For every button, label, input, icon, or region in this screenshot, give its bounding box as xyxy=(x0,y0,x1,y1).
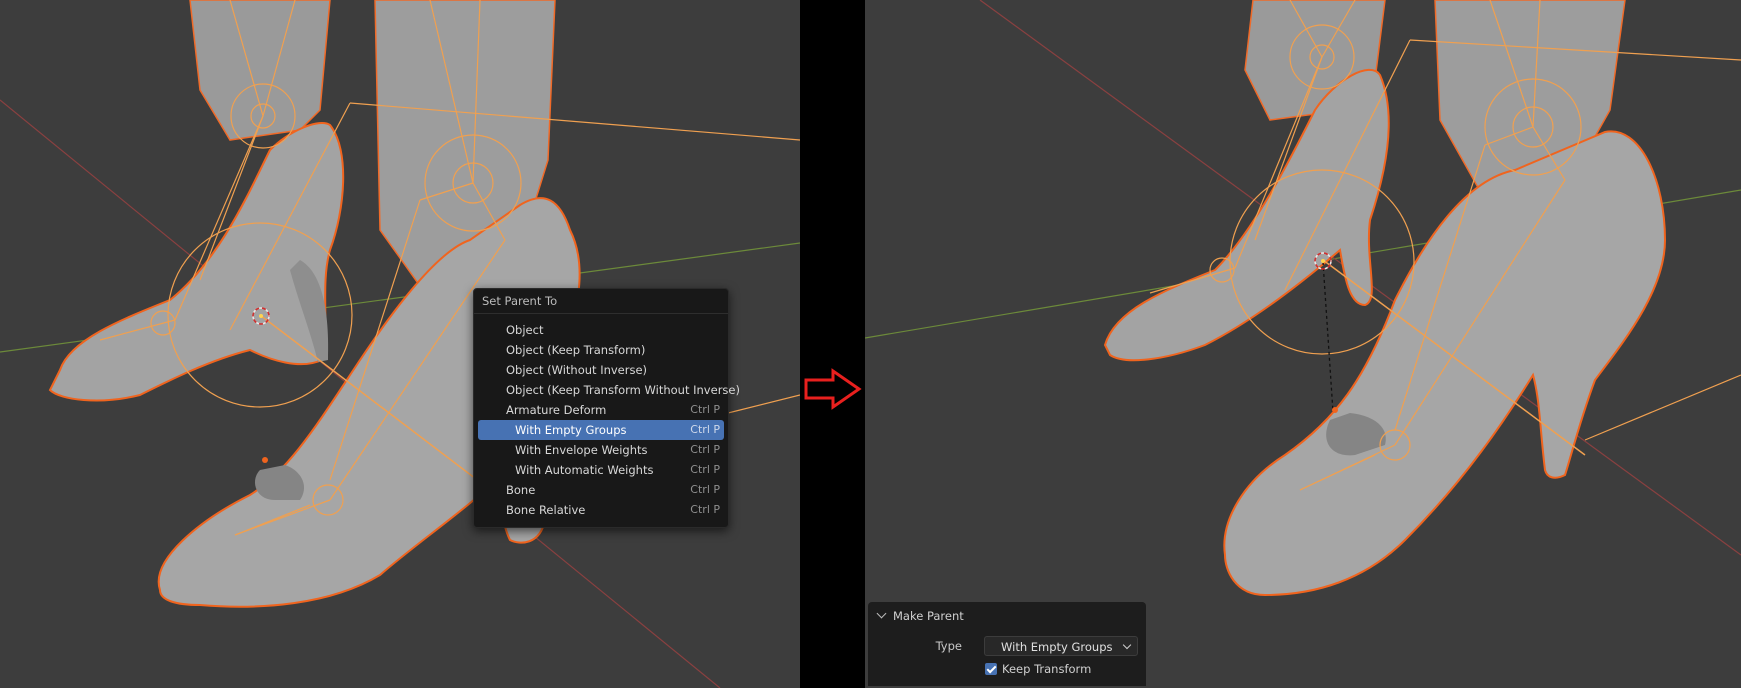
menu-item-label: Armature Deform xyxy=(506,403,607,417)
menu-item-object[interactable]: Object xyxy=(478,320,724,340)
menu-item-object-keep-transform-without-inverse[interactable]: Object (Keep Transform Without Inverse) xyxy=(478,380,740,400)
checkbox-checked-icon[interactable] xyxy=(985,663,997,675)
chevron-down-icon[interactable] xyxy=(876,608,887,619)
panel-title: Make Parent xyxy=(893,609,964,623)
menu-item-armature-deform[interactable]: Armature Deform Ctrl P xyxy=(478,400,724,420)
menu-item-bone[interactable]: Bone Ctrl P xyxy=(478,480,724,500)
menu-item-shortcut: Ctrl P xyxy=(690,443,720,456)
menu-item-with-empty-groups[interactable]: With Empty Groups Ctrl P xyxy=(478,420,724,440)
menu-item-bone-relative[interactable]: Bone Relative Ctrl P xyxy=(478,500,724,520)
menu-item-label: Object (Without Inverse) xyxy=(506,363,648,377)
menu-title: Set Parent To xyxy=(474,289,728,314)
arrow-right-icon xyxy=(804,368,862,410)
menu-item-shortcut: Ctrl P xyxy=(690,463,720,476)
menu-item-label: Bone xyxy=(506,483,536,497)
type-row: Type With Empty Groups xyxy=(868,636,1146,656)
menu-item-label: Object xyxy=(506,323,544,337)
image-divider xyxy=(800,0,865,688)
menu-item-label: Object (Keep Transform Without Inverse) xyxy=(506,383,740,397)
menu-item-shortcut: Ctrl P xyxy=(690,403,720,416)
set-parent-context-menu: Set Parent To Object Object (Keep Transf… xyxy=(473,288,740,528)
panel-header[interactable]: Make Parent xyxy=(876,608,964,624)
menu-item-shortcut: Ctrl P xyxy=(690,503,720,516)
menu-item-shortcut: Ctrl P xyxy=(690,483,720,496)
type-label: Type xyxy=(935,639,962,653)
type-dropdown[interactable]: With Empty Groups xyxy=(984,636,1138,656)
viewport-right-scene xyxy=(865,0,1741,597)
type-dropdown-value: With Empty Groups xyxy=(1001,640,1113,654)
keep-transform-row[interactable]: Keep Transform xyxy=(985,660,1091,678)
chevron-down-icon xyxy=(1122,640,1132,650)
menu-item-label: Object (Keep Transform) xyxy=(506,343,646,357)
menu-item-label: With Envelope Weights xyxy=(515,443,648,457)
menu-item-object-keep-transform[interactable]: Object (Keep Transform) xyxy=(478,340,724,360)
menu-item-label: With Empty Groups xyxy=(515,423,627,437)
make-parent-panel: Make Parent Type With Empty Groups Keep … xyxy=(868,602,1146,686)
keep-transform-label: Keep Transform xyxy=(1002,662,1092,676)
menu-item-with-automatic-weights[interactable]: With Automatic Weights Ctrl P xyxy=(478,460,724,480)
menu-item-label: With Automatic Weights xyxy=(515,463,654,477)
viewport-right[interactable] xyxy=(865,0,1741,688)
menu-item-label: Bone Relative xyxy=(506,503,586,517)
menu-item-shortcut: Ctrl P xyxy=(690,423,720,436)
viewport-left[interactable]: Set Parent To Object Object (Keep Transf… xyxy=(0,0,800,688)
menu-item-with-envelope-weights[interactable]: With Envelope Weights Ctrl P xyxy=(478,440,724,460)
menu-item-object-without-inverse[interactable]: Object (Without Inverse) xyxy=(478,360,724,380)
